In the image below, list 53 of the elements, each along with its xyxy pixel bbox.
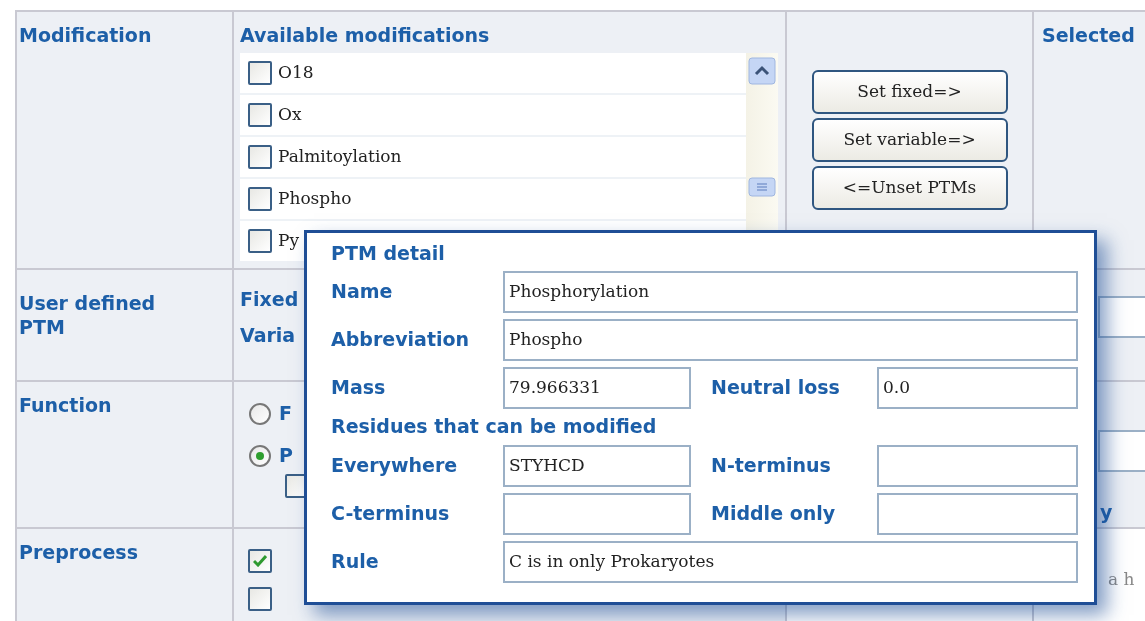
field-label: N-terminus bbox=[711, 453, 832, 478]
row-label: Modification bbox=[19, 24, 152, 46]
checkmark-icon bbox=[253, 555, 267, 567]
field-label: Abbreviation bbox=[331, 328, 471, 352]
text-field[interactable] bbox=[877, 444, 1078, 487]
text-field[interactable]: Phospho bbox=[503, 319, 1078, 361]
action-button[interactable]: <=Unset PTMs bbox=[811, 166, 1008, 210]
list-item[interactable]: O18 bbox=[240, 53, 746, 95]
action-button[interactable]: Set fixed=> bbox=[811, 70, 1008, 114]
text-field[interactable]: STYHCD bbox=[503, 444, 691, 487]
description-text: a h bbox=[1107, 567, 1135, 591]
text-field[interactable] bbox=[503, 492, 691, 535]
text-field[interactable] bbox=[1098, 430, 1145, 472]
radio-button[interactable] bbox=[249, 444, 271, 467]
field-label: Neutral loss bbox=[711, 376, 841, 400]
column-title: Selected bbox=[1042, 24, 1135, 46]
text-field[interactable]: C is in only Prokaryotes bbox=[503, 540, 1078, 583]
radio-button[interactable] bbox=[249, 402, 271, 425]
list-title: Available modifications bbox=[240, 24, 490, 46]
list-item[interactable]: Ox bbox=[240, 95, 746, 137]
text-field[interactable]: 79.966331 bbox=[503, 367, 691, 409]
field-label: Name bbox=[331, 280, 394, 304]
scroll-up-icon[interactable] bbox=[748, 57, 776, 85]
field-label: Varia bbox=[240, 323, 296, 348]
section-title: y bbox=[1100, 501, 1114, 525]
text-field[interactable] bbox=[1098, 296, 1145, 338]
field-label: Fixed bbox=[240, 288, 299, 312]
text-field[interactable] bbox=[877, 492, 1078, 535]
checkbox[interactable] bbox=[248, 549, 272, 573]
checkbox[interactable] bbox=[248, 103, 272, 127]
row-label: Function bbox=[19, 394, 112, 416]
field-label: Mass bbox=[331, 376, 387, 400]
row-label: Preprocess bbox=[19, 541, 138, 563]
checkbox[interactable] bbox=[248, 187, 272, 211]
scroll-thumb-icon[interactable] bbox=[748, 177, 776, 197]
text-field[interactable]: Phosphorylation bbox=[503, 271, 1078, 313]
radio-label: F bbox=[279, 402, 292, 426]
checkbox[interactable] bbox=[248, 229, 272, 253]
field-label: Everywhere bbox=[331, 453, 459, 478]
section-title: Residues that can be modified bbox=[331, 415, 658, 439]
list-item[interactable]: Palmitoylation bbox=[240, 137, 746, 179]
radio-label: P bbox=[279, 443, 293, 468]
popup-title: PTM detail bbox=[331, 241, 446, 267]
row-label: User defined PTM bbox=[19, 292, 157, 340]
field-label: Rule bbox=[331, 549, 380, 574]
checkbox[interactable] bbox=[248, 587, 272, 611]
checkbox[interactable] bbox=[248, 145, 272, 169]
field-label: C-terminus bbox=[331, 501, 451, 526]
checkbox[interactable] bbox=[248, 61, 272, 85]
text-field[interactable]: 0.0 bbox=[877, 367, 1078, 409]
field-label: Middle only bbox=[711, 501, 837, 526]
action-button[interactable]: Set variable=> bbox=[811, 118, 1008, 162]
list-item[interactable]: Phospho bbox=[240, 179, 746, 221]
